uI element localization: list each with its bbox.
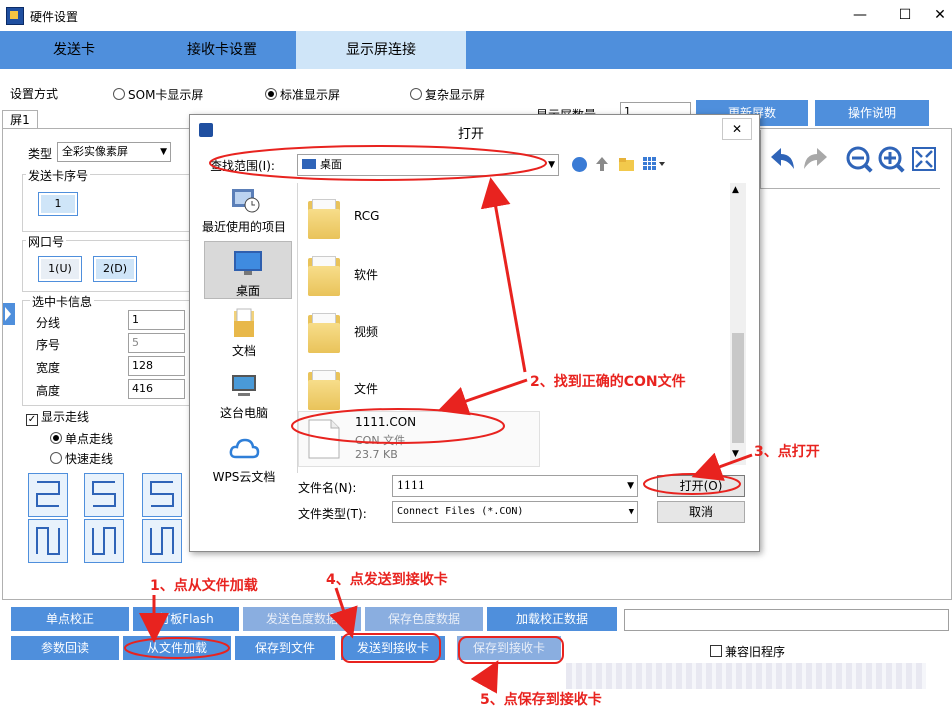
send-highlight-rect (341, 633, 441, 663)
file-highlight-ellipse (291, 408, 505, 444)
annotation-step-3: 3、点打开 (754, 444, 820, 460)
annotation-step-4: 4、点发送到接收卡 (326, 572, 448, 588)
annotation-overlay (124, 145, 753, 694)
save-highlight-rect (458, 636, 564, 664)
open-highlight-ellipse (643, 473, 741, 495)
load-highlight-ellipse (124, 637, 230, 659)
arrow-to-lookin (480, 177, 527, 373)
arrow-to-send (329, 587, 358, 639)
annotation-step-1: 1、点从文件加载 (150, 578, 258, 594)
annotation-step-2: 2、找到正确的CON文件 (530, 374, 686, 390)
arrow-to-save (470, 660, 499, 694)
arrow-to-open (691, 452, 753, 481)
annotation-step-5: 5、点保存到接收卡 (480, 692, 602, 708)
arrow-to-file (437, 378, 528, 416)
lookin-highlight-ellipse (209, 145, 547, 181)
